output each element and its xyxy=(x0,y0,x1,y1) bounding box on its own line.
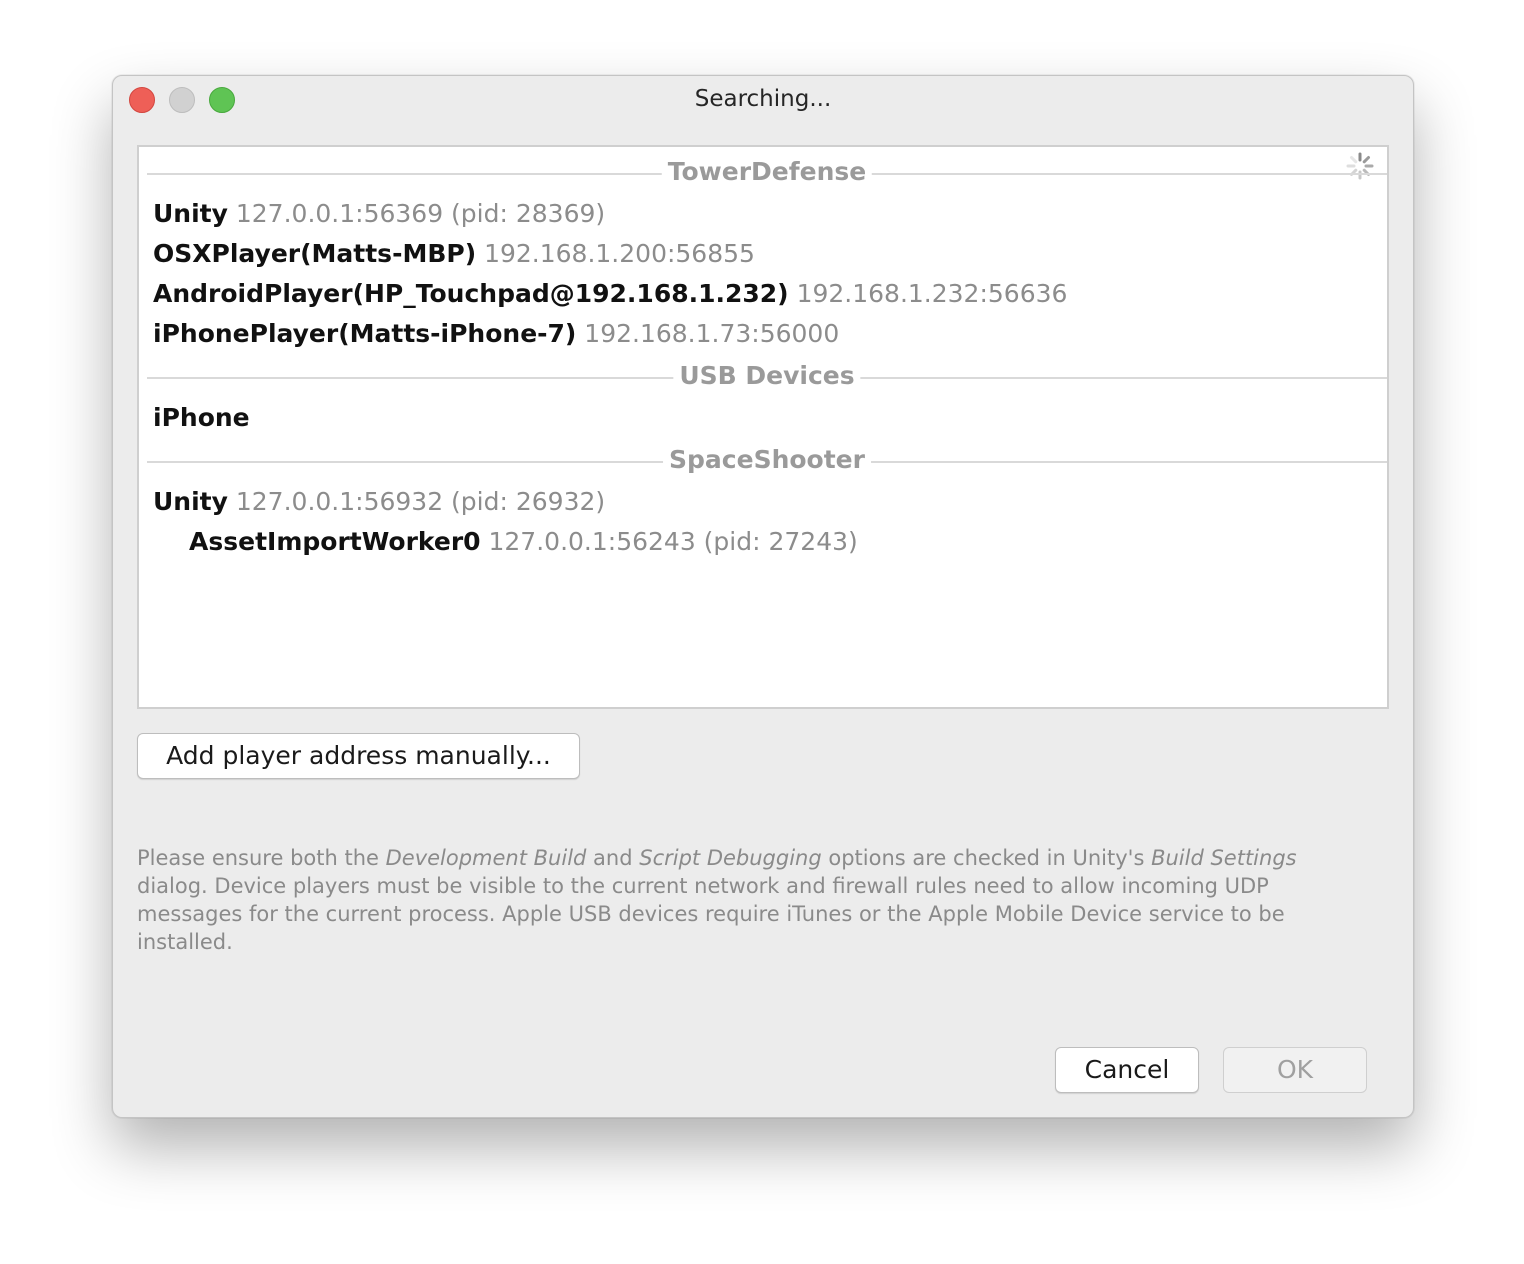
add-player-address-button[interactable]: Add player address manually... xyxy=(137,733,580,779)
ok-button[interactable]: OK xyxy=(1223,1047,1367,1093)
player-address: 127.0.0.1:56932 (pid: 26932) xyxy=(235,487,606,516)
player-name: AndroidPlayer(HP_Touchpad@192.168.1.232) xyxy=(153,279,789,308)
help-text-part: options are checked in Unity's xyxy=(821,846,1152,870)
player-address: 127.0.0.1:56369 (pid: 28369) xyxy=(235,199,606,228)
help-text-part: Please ensure both the xyxy=(137,846,386,870)
title-bar: Searching... xyxy=(113,76,1413,126)
player-name: Unity xyxy=(153,199,228,228)
attach-to-process-dialog: Searching... TowerDefense Unity 127.0.0.… xyxy=(112,75,1414,1118)
group-title: SpaceShooter xyxy=(663,445,871,474)
help-text: Please ensure both the Development Build… xyxy=(137,844,1337,956)
list-item[interactable]: OSXPlayer(Matts-MBP) 192.168.1.200:56855 xyxy=(153,239,755,269)
list-item[interactable]: iPhone xyxy=(153,403,250,433)
player-address: 192.168.1.232:56636 xyxy=(796,279,1068,308)
help-text-part: and xyxy=(586,846,640,870)
group-title: TowerDefense xyxy=(661,157,873,186)
list-item[interactable]: AssetImportWorker0 127.0.0.1:56243 (pid:… xyxy=(189,527,858,557)
player-name: iPhonePlayer(Matts-iPhone-7) xyxy=(153,319,577,348)
help-text-emphasis: Build Settings xyxy=(1151,846,1297,870)
list-item[interactable]: Unity 127.0.0.1:56369 (pid: 28369) xyxy=(153,199,605,229)
help-text-emphasis: Development Build xyxy=(385,846,587,870)
group-header-usb-devices: USB Devices xyxy=(147,353,1387,390)
player-name: AssetImportWorker0 xyxy=(189,527,481,556)
player-address: 127.0.0.1:56243 (pid: 27243) xyxy=(488,527,858,556)
player-address: 192.168.1.73:56000 xyxy=(584,319,840,348)
list-item[interactable]: AndroidPlayer(HP_Touchpad@192.168.1.232)… xyxy=(153,279,1067,309)
group-header-towerdefense: TowerDefense xyxy=(147,149,1387,186)
group-header-spaceshooter: SpaceShooter xyxy=(147,437,1387,474)
player-list[interactable]: TowerDefense Unity 127.0.0.1:56369 (pid:… xyxy=(137,145,1389,709)
window-title: Searching... xyxy=(694,86,832,112)
player-name: OSXPlayer(Matts-MBP) xyxy=(153,239,477,268)
list-item[interactable]: Unity 127.0.0.1:56932 (pid: 26932) xyxy=(153,487,605,517)
player-name: iPhone xyxy=(153,403,250,432)
cancel-button[interactable]: Cancel xyxy=(1055,1047,1199,1093)
player-name: Unity xyxy=(153,487,228,516)
list-item[interactable]: iPhonePlayer(Matts-iPhone-7) 192.168.1.7… xyxy=(153,319,839,349)
help-text-emphasis: Script Debugging xyxy=(639,846,822,870)
help-text-part: dialog. Device players must be visible t… xyxy=(137,874,1285,954)
group-title: USB Devices xyxy=(673,361,861,390)
player-address: 192.168.1.200:56855 xyxy=(484,239,755,268)
